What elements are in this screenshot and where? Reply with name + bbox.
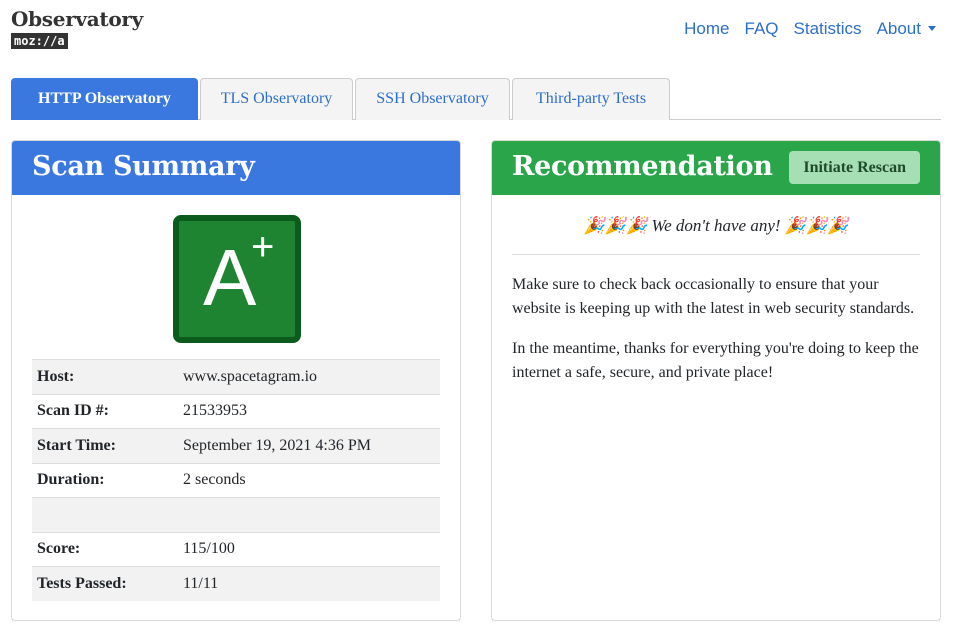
- caret-down-icon: [928, 25, 936, 31]
- row-label: Host:: [32, 359, 178, 394]
- row-label: Score:: [32, 531, 178, 567]
- row-label: Duration:: [32, 462, 178, 498]
- scan-summary-table: Host: www.spacetagram.io Scan ID #: 215339…: [32, 359, 440, 601]
- initiate-rescan-button[interactable]: Initiate Rescan: [789, 151, 920, 184]
- top-nav: Home FAQ Statistics About: [684, 18, 936, 40]
- no-recommendations-note: 🎉🎉🎉 We don't have any! 🎉🎉🎉: [512, 215, 920, 255]
- grade-modifier: +: [251, 225, 275, 269]
- row-value: 11/11: [178, 566, 440, 601]
- brand-title: Observatory: [11, 7, 143, 31]
- grade-letter: A: [203, 233, 257, 322]
- table-row: Start Time: September 19, 2021 4:36 PM: [32, 428, 440, 463]
- row-value[interactable]: www.spacetagram.io: [178, 359, 440, 394]
- recommendation-body: Make sure to check back occasionally to …: [512, 273, 920, 401]
- row-label: Tests Passed:: [32, 566, 178, 601]
- table-row: Duration: 2 seconds: [32, 462, 440, 498]
- grade-badge: A +: [173, 215, 301, 343]
- table-row: Score: 115/100: [32, 531, 440, 567]
- row-label: [32, 497, 178, 532]
- table-row: Host: www.spacetagram.io: [32, 359, 440, 394]
- brand[interactable]: Observatory moz://a: [11, 6, 143, 50]
- tab-bar: HTTP Observatory TLS Observatory SSH Obs…: [11, 78, 941, 120]
- nav-faq-link[interactable]: FAQ: [745, 18, 779, 40]
- nav-about-dropdown[interactable]: About: [877, 18, 936, 40]
- tab-http-observatory[interactable]: HTTP Observatory: [11, 78, 198, 120]
- table-row: [32, 497, 440, 532]
- mozilla-logo: moz://a: [11, 33, 68, 49]
- row-value: 2 seconds: [178, 462, 440, 498]
- row-label: Scan ID #:: [32, 393, 178, 429]
- scan-summary-title: Scan Summary: [12, 141, 460, 195]
- nav-home-link[interactable]: Home: [684, 18, 729, 40]
- row-value: 115/100: [178, 531, 440, 567]
- scan-summary-panel: Scan Summary A + Host: www.spacetagram.io…: [11, 140, 461, 621]
- row-label: Start Time:: [32, 428, 178, 463]
- table-row: Tests Passed: 11/11: [32, 566, 440, 601]
- tab-tls-observatory[interactable]: TLS Observatory: [200, 78, 353, 120]
- recommendation-paragraph: Make sure to check back occasionally to …: [512, 276, 915, 317]
- recommendation-panel: Recommendation Initiate Rescan 🎉🎉🎉 We do…: [491, 140, 941, 621]
- nav-statistics-link[interactable]: Statistics: [794, 18, 862, 40]
- row-value: 21533953: [178, 393, 440, 429]
- nav-about-label: About: [876, 19, 921, 38]
- row-value: September 19, 2021 4:36 PM: [178, 428, 440, 463]
- tab-third-party-tests[interactable]: Third-party Tests: [512, 78, 670, 120]
- tab-ssh-observatory[interactable]: SSH Observatory: [355, 78, 510, 120]
- recommendation-paragraph: In the meantime, thanks for everything y…: [512, 340, 919, 381]
- row-value: [178, 497, 440, 532]
- table-row: Scan ID #: 21533953: [32, 393, 440, 429]
